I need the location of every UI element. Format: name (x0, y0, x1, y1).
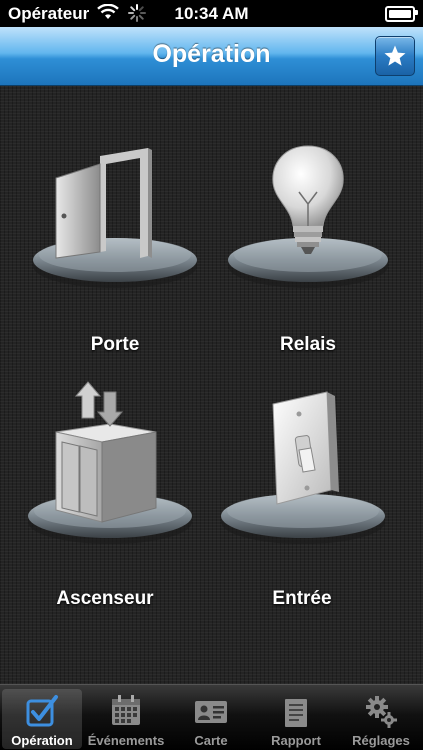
checkbox-icon (26, 695, 58, 727)
calendar-icon (112, 695, 140, 725)
light-bulb-icon (228, 145, 388, 288)
tile-label: Ascenseur (56, 588, 154, 609)
tab-label: Événements (87, 733, 165, 748)
operation-grid: Porte Relais Ascenseur Entrée (0, 86, 423, 684)
tile-door[interactable]: Porte (20, 108, 210, 355)
report-icon (285, 699, 307, 727)
tab-label: Carte (194, 733, 228, 748)
elevator-icon (28, 381, 192, 544)
favorites-button[interactable] (375, 36, 415, 76)
battery-icon (385, 6, 418, 22)
gears-icon (366, 696, 397, 728)
star-icon (384, 45, 406, 66)
tile-entry[interactable]: Entrée (207, 362, 397, 609)
tile-label: Relais (280, 334, 336, 355)
tab-card[interactable]: Carte (171, 689, 251, 749)
tile-label: Entrée (272, 588, 332, 609)
tile-label: Porte (90, 334, 140, 355)
tab-label: Réglages (352, 733, 410, 748)
app-screen: Opérateur 10:34 AM Opération Porte Relai… (0, 0, 423, 750)
door-icon (33, 148, 197, 288)
tab-settings[interactable]: Réglages (341, 689, 421, 749)
light-switch-icon (221, 391, 385, 544)
clock: 10:34 AM (174, 4, 249, 23)
id-card-icon (195, 701, 227, 723)
tab-events[interactable]: Événements (86, 689, 166, 749)
page-title: Opération (152, 40, 271, 68)
tab-bar: Opération Événements Carte Rapport Régla… (0, 684, 423, 750)
tab-label: Rapport (271, 733, 321, 748)
navigation-bar: Opération (0, 27, 423, 86)
status-bar: Opérateur 10:34 AM (0, 0, 423, 27)
tab-label: Opération (11, 733, 73, 748)
tab-operation[interactable]: Opération (2, 689, 82, 749)
tile-elevator[interactable]: Ascenseur (10, 362, 200, 609)
tab-report[interactable]: Rapport (256, 689, 336, 749)
tile-relay[interactable]: Relais (213, 108, 403, 355)
